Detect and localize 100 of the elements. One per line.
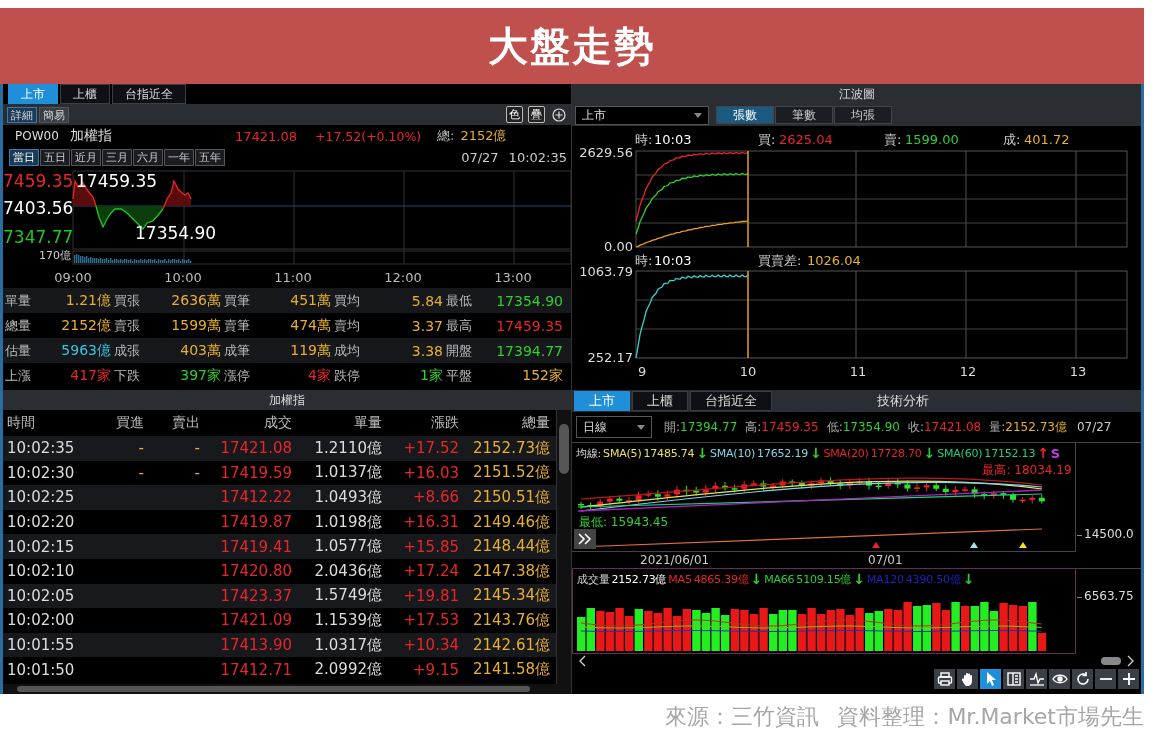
stat-label: 漲停 bbox=[224, 366, 251, 385]
trend-arrow: ↓ bbox=[810, 446, 822, 460]
column-header: 賣出 bbox=[171, 414, 200, 432]
volume-cell-text: 2.0992億 bbox=[313, 660, 382, 680]
time-cell-text: 10:02:35 bbox=[7, 439, 76, 458]
scroll-thumb[interactable] bbox=[1101, 657, 1121, 665]
market-tab[interactable]: 上櫃 bbox=[60, 84, 110, 104]
zoom-in-button[interactable] bbox=[1118, 669, 1139, 689]
layout-icon bbox=[1005, 671, 1022, 687]
stat-value: 17394.77 bbox=[495, 342, 564, 359]
stat-label: 最高 bbox=[446, 316, 473, 335]
range-tab[interactable]: 當日 bbox=[9, 148, 39, 166]
price-cell-text: 17413.90 bbox=[219, 636, 292, 655]
scroll-left-icon[interactable] bbox=[578, 655, 586, 667]
volume-cell-text: 1.5749億 bbox=[313, 586, 382, 606]
legend-item: MA120 bbox=[866, 572, 904, 586]
wave-tab[interactable]: 張數 bbox=[716, 106, 774, 124]
stat-value: 417家 bbox=[69, 366, 112, 385]
volume-cell-text: 1.0137億 bbox=[313, 463, 382, 483]
price-cell-text: 17419.87 bbox=[219, 513, 292, 532]
stat-value: 1家 bbox=[419, 366, 444, 385]
total-cell-text: 2143.76億 bbox=[471, 610, 550, 630]
market-tab[interactable]: 台指近全 bbox=[690, 391, 772, 411]
ohlc-value: 17459.35 bbox=[761, 420, 819, 434]
total-cell-text: 2149.46億 bbox=[471, 512, 550, 532]
range-tab[interactable]: 六月 bbox=[133, 148, 163, 166]
period-dropdown[interactable]: 日線 bbox=[576, 416, 652, 438]
range-tab[interactable]: 五年 bbox=[195, 148, 225, 166]
legend-value: 4865.39億 bbox=[693, 571, 749, 587]
total-cell-text: 2151.52億 bbox=[471, 463, 550, 483]
range-tab[interactable]: 近月 bbox=[71, 148, 101, 166]
ohlc-value: 17421.08 bbox=[924, 420, 982, 434]
time-axis-label: 12:00 bbox=[384, 270, 422, 285]
axis-label: 12 bbox=[959, 364, 977, 379]
ohlc-label: 開: bbox=[664, 418, 681, 436]
column-header: 總量 bbox=[521, 414, 550, 432]
market-tab[interactable]: 上市 bbox=[8, 84, 58, 104]
market-dropdown[interactable]: 上市 bbox=[575, 105, 709, 125]
market-tab[interactable]: 台指近全 bbox=[112, 84, 186, 104]
time-cell-text: 10:02:15 bbox=[7, 537, 76, 556]
wave-tab[interactable]: 筆數 bbox=[775, 106, 833, 124]
add-button[interactable] bbox=[551, 106, 567, 123]
price-cell-text: 17421.08 bbox=[219, 439, 292, 458]
chart-tool-button[interactable] bbox=[1026, 669, 1047, 689]
axis-label: 2629.56 bbox=[579, 145, 633, 160]
scroll-right-icon[interactable] bbox=[1127, 655, 1135, 667]
axis-label: 14500.0 bbox=[1084, 527, 1134, 541]
change-cell-text: +17.52 bbox=[402, 439, 459, 458]
stat-value: 152家 bbox=[521, 366, 564, 385]
ask-cell: - bbox=[194, 463, 200, 482]
stat-value: 1.21億 bbox=[64, 291, 112, 310]
wave-tab[interactable]: 均張 bbox=[834, 106, 892, 124]
column-header: 漲跌 bbox=[430, 414, 459, 432]
high-label: 17459.35 bbox=[76, 171, 158, 191]
stat-label: 單量 bbox=[5, 291, 32, 310]
axis-label: 1063.79 bbox=[579, 264, 633, 279]
market-tab[interactable]: 上市 bbox=[574, 391, 630, 411]
column-header: 買進 bbox=[115, 414, 144, 432]
range-tab[interactable]: 一年 bbox=[164, 148, 194, 166]
volume-cell-text: 1.0493億 bbox=[313, 488, 382, 507]
tool-button[interactable]: 色 bbox=[506, 106, 523, 123]
refresh-button[interactable] bbox=[1072, 669, 1093, 689]
stat-label: 買均 bbox=[334, 291, 361, 310]
stat-value: 403萬 bbox=[179, 341, 222, 360]
legend-label: 均線: bbox=[576, 445, 602, 461]
legend-value: 2152.73億 bbox=[611, 571, 667, 587]
range-tab[interactable]: 五日 bbox=[40, 148, 70, 166]
vertical-scrollbar[interactable] bbox=[556, 410, 571, 684]
stat-value: 17459.35 bbox=[495, 317, 564, 334]
horizontal-scrollbar[interactable] bbox=[3, 684, 571, 694]
trend-arrow: ↓ bbox=[923, 446, 936, 460]
volume-cell-text: 1.1539億 bbox=[313, 610, 382, 630]
low-label: 最低: 15943.45 bbox=[579, 515, 669, 529]
hand-tool-button[interactable] bbox=[957, 669, 978, 689]
time-cell-text: 10:01:50 bbox=[7, 660, 76, 679]
volume-cell-text: 1.0198億 bbox=[313, 512, 382, 532]
stat-label: 賣張 bbox=[114, 316, 141, 335]
change-cell-text: +17.24 bbox=[402, 562, 459, 581]
stat-label: 賣均 bbox=[334, 316, 361, 335]
view-tab[interactable]: 詳細 bbox=[7, 106, 37, 123]
axis-label: 252.17 bbox=[587, 350, 633, 365]
price-cell-text: 17423.37 bbox=[219, 586, 292, 605]
tool-button[interactable]: 疊 bbox=[528, 106, 545, 123]
series-label: 時: bbox=[635, 132, 653, 147]
trend-arrow: ↓ bbox=[750, 572, 763, 586]
stat-label: 最低 bbox=[446, 291, 473, 310]
print-button[interactable] bbox=[934, 669, 955, 689]
change-cell-text: +15.85 bbox=[402, 537, 459, 556]
range-tab[interactable]: 三月 bbox=[102, 148, 132, 166]
view-tab[interactable]: 簡易 bbox=[39, 106, 69, 123]
layout-button[interactable] bbox=[1003, 669, 1024, 689]
double-chevron-icon bbox=[578, 533, 592, 545]
market-tab[interactable]: 上櫃 bbox=[632, 391, 688, 411]
panel-title: 江波圖 bbox=[572, 84, 1141, 104]
expand-button[interactable] bbox=[574, 529, 596, 549]
eye-button[interactable] bbox=[1049, 669, 1070, 689]
legend-value: 17485.74 bbox=[643, 446, 695, 460]
stat-value: 119萬 bbox=[289, 341, 332, 360]
bid-cell: - bbox=[138, 439, 144, 458]
zoom-out-button[interactable] bbox=[1095, 669, 1116, 689]
